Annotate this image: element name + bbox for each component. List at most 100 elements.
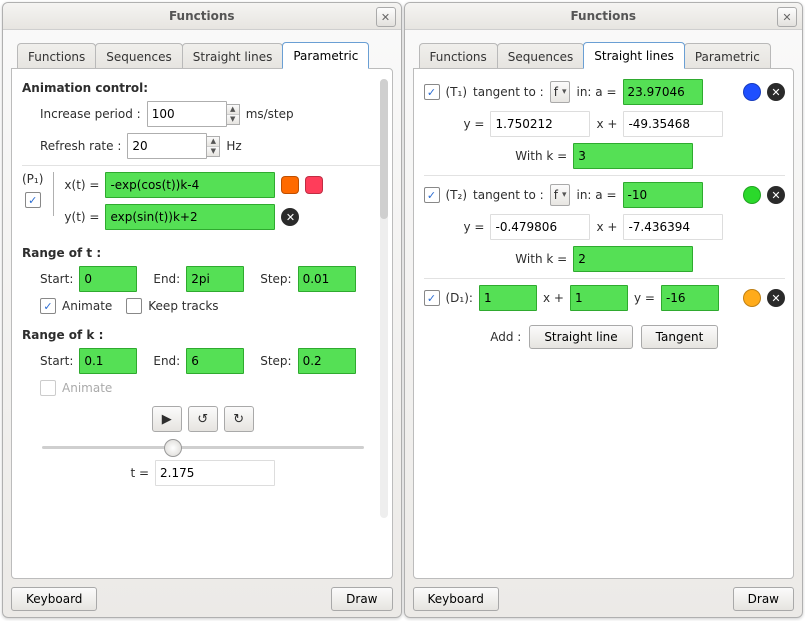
t2-name: (T₂)	[446, 188, 468, 202]
yt-input[interactable]	[105, 204, 275, 230]
k-end-label: End:	[153, 354, 180, 368]
keyboard-button[interactable]: Keyboard	[11, 587, 97, 611]
increase-period-stepper[interactable]: ▲▼	[147, 101, 240, 127]
d1-yeq: y =	[634, 291, 655, 305]
range-t-heading: Range of t :	[22, 246, 384, 260]
tab-functions[interactable]: Functions	[419, 43, 498, 69]
window-title: Functions	[169, 9, 235, 23]
scrollbar-thumb[interactable]	[380, 79, 388, 219]
t1-color-swatch[interactable]	[743, 83, 761, 101]
t2-color-swatch[interactable]	[743, 186, 761, 204]
slider-knob[interactable]	[164, 439, 182, 457]
t1-function-select[interactable]: f▾	[550, 81, 571, 103]
t2-intercept	[623, 214, 723, 240]
close-icon[interactable]: ✕	[376, 7, 396, 27]
chevron-up-icon[interactable]: ▲	[207, 137, 219, 147]
t1-yeq: y =	[464, 117, 485, 131]
d1-enable-checkbox[interactable]	[424, 290, 440, 306]
t-animate-label: Animate	[62, 299, 112, 313]
keyboard-button[interactable]: Keyboard	[413, 587, 499, 611]
tab-content: (T₁) tangent to : f▾ in: a = ✕ y = x + W…	[413, 68, 795, 579]
t1-name: (T₁)	[446, 85, 468, 99]
t-end-label: End:	[153, 272, 180, 286]
t-step-input[interactable]	[298, 266, 356, 292]
increase-period-input[interactable]	[147, 101, 227, 127]
xt-label: x(t) =	[64, 178, 99, 192]
t1-withk-label: With k =	[515, 149, 567, 163]
t1-enable-checkbox[interactable]	[424, 84, 440, 100]
add-label: Add :	[490, 330, 521, 344]
t-end-input[interactable]	[186, 266, 244, 292]
tab-functions[interactable]: Functions	[17, 43, 96, 69]
d1-a-input[interactable]	[479, 285, 537, 311]
t-readout-label: t =	[130, 466, 149, 480]
k-end-input[interactable]	[186, 348, 244, 374]
t2-remove-button[interactable]: ✕	[767, 186, 785, 204]
t2-a-input[interactable]	[623, 182, 703, 208]
refresh-rate-stepper[interactable]: ▲▼	[127, 133, 220, 159]
t-readout-value[interactable]	[155, 460, 275, 486]
k-animate-label: Animate	[62, 381, 112, 395]
tab-sequences[interactable]: Sequences	[95, 43, 182, 69]
chevron-down-icon[interactable]: ▼	[227, 115, 239, 124]
d1-xplus: x +	[543, 291, 564, 305]
tab-straight-lines[interactable]: Straight lines	[182, 43, 284, 69]
tab-content: Animation control: Increase period : ▲▼ …	[11, 68, 393, 579]
param-enable-checkbox[interactable]	[25, 192, 41, 208]
t-keep-tracks-checkbox[interactable]	[126, 298, 142, 314]
k-start-input[interactable]	[79, 348, 137, 374]
t2-xplus: x +	[596, 220, 617, 234]
t-step-label: Step:	[260, 272, 291, 286]
d1-c-input[interactable]	[661, 285, 719, 311]
close-icon[interactable]: ✕	[777, 7, 797, 27]
tab-parametric[interactable]: Parametric	[282, 42, 369, 69]
t-animate-checkbox[interactable]	[40, 298, 56, 314]
refresh-rate-input[interactable]	[127, 133, 207, 159]
t1-remove-button[interactable]: ✕	[767, 83, 785, 101]
d1-b-input[interactable]	[570, 285, 628, 311]
chevron-down-icon: ▾	[562, 190, 567, 200]
tab-parametric[interactable]: Parametric	[684, 43, 771, 69]
k-step-label: Step:	[260, 354, 291, 368]
chevron-up-icon[interactable]: ▲	[227, 105, 239, 115]
draw-button[interactable]: Draw	[331, 587, 392, 611]
tabs: Functions Sequences Straight lines Param…	[413, 38, 795, 68]
xt-input[interactable]	[105, 172, 275, 198]
titlebar: Functions ✕	[405, 3, 803, 30]
refresh-rate-unit: Hz	[226, 139, 241, 153]
t-start-label: Start:	[40, 272, 73, 286]
t1-k-input[interactable]	[573, 143, 693, 169]
t2-k-input[interactable]	[573, 246, 693, 272]
t2-withk-label: With k =	[515, 252, 567, 266]
t1-slope	[490, 111, 590, 137]
color-swatch-1[interactable]	[281, 176, 299, 194]
tabs: Functions Sequences Straight lines Param…	[11, 38, 393, 68]
t2-in-label: in: a =	[576, 188, 616, 202]
t2-function-select[interactable]: f▾	[550, 184, 571, 206]
tab-sequences[interactable]: Sequences	[497, 43, 584, 69]
t2-enable-checkbox[interactable]	[424, 187, 440, 203]
loop-button[interactable]: ↻	[224, 406, 254, 432]
titlebar: Functions ✕	[3, 3, 401, 30]
t2-yeq: y =	[464, 220, 485, 234]
d1-color-swatch[interactable]	[743, 289, 761, 307]
play-button[interactable]: ▶	[152, 406, 182, 432]
tab-straight-lines[interactable]: Straight lines	[583, 42, 685, 69]
t1-tangent-label: tangent to :	[473, 85, 544, 99]
window-title: Functions	[570, 9, 636, 23]
scrollbar[interactable]	[380, 79, 388, 518]
d1-remove-button[interactable]: ✕	[767, 289, 785, 307]
draw-button[interactable]: Draw	[733, 587, 794, 611]
t1-a-input[interactable]	[623, 79, 703, 105]
reset-button[interactable]: ↺	[188, 406, 218, 432]
k-start-label: Start:	[40, 354, 73, 368]
chevron-down-icon[interactable]: ▼	[207, 147, 219, 156]
add-tangent-button[interactable]: Tangent	[641, 325, 719, 349]
t-slider[interactable]	[42, 438, 364, 456]
add-straight-line-button[interactable]: Straight line	[529, 325, 632, 349]
chevron-down-icon: ▾	[562, 87, 567, 97]
remove-param-button[interactable]: ✕	[281, 208, 299, 226]
t-start-input[interactable]	[79, 266, 137, 292]
k-step-input[interactable]	[298, 348, 356, 374]
color-swatch-2[interactable]	[305, 176, 323, 194]
